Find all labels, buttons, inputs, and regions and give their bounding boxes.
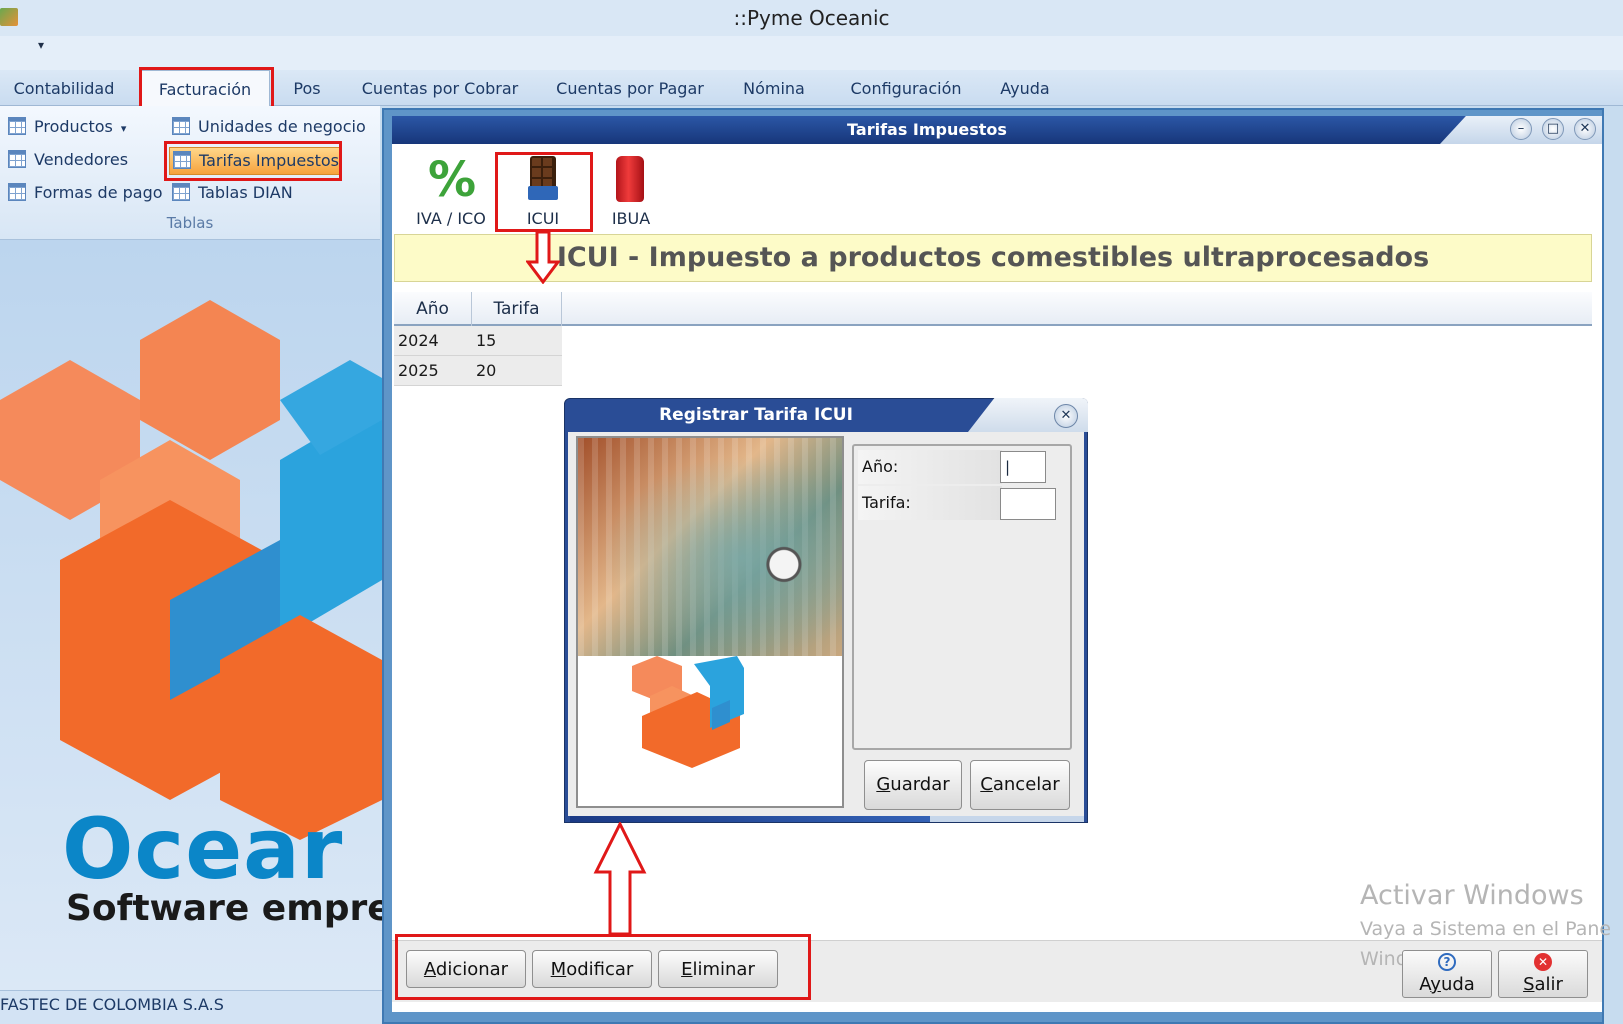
toolbar-iva-ico-button[interactable]: % IVA / ICO — [406, 150, 496, 234]
table-icon — [172, 183, 190, 201]
toolbar-icui-button[interactable]: ICUI — [498, 150, 588, 234]
percent-icon: % — [428, 152, 477, 208]
app-title: ::Pyme Oceanic — [733, 6, 890, 30]
table-icon — [173, 151, 191, 169]
ribbon-item-vendedores[interactable]: Vendedores — [8, 147, 128, 173]
ribbon-item-label: Unidades de negocio — [198, 117, 366, 136]
guardar-button[interactable]: Guardar — [864, 760, 962, 810]
quick-access-dropdown-icon[interactable]: ▾ — [38, 38, 52, 54]
soda-can-icon — [616, 156, 644, 202]
cell-anio: 2024 — [398, 331, 439, 350]
button-label: Ayuda — [1403, 974, 1491, 995]
close-icon[interactable]: ✕ — [1574, 118, 1596, 140]
button-mnemonic: M — [550, 959, 567, 980]
activation-watermark-line: Vaya a Sistema en el Panel — [1360, 918, 1610, 940]
ribbon-item-label: Tarifas Impuestos — [199, 151, 339, 170]
chocolate-icon — [530, 156, 556, 190]
button-mnemonic: E — [681, 959, 693, 980]
table-icon — [172, 117, 190, 135]
chocolate-wrapper-icon — [528, 186, 558, 200]
maximize-icon[interactable]: □ — [1542, 118, 1564, 140]
table-icon — [8, 150, 26, 168]
tarifas-window-title: Tarifas Impuestos — [847, 120, 1007, 139]
button-label: liminar — [692, 959, 755, 980]
exit-icon: ✕ — [1534, 953, 1552, 971]
minimize-icon[interactable]: – — [1510, 118, 1532, 140]
ribbon-item-tarifas-impuestos[interactable]: Tarifas Impuestos — [169, 147, 342, 175]
tab-cuentas-por-pagar[interactable]: Cuentas por Pagar — [546, 70, 714, 106]
tab-ayuda[interactable]: Ayuda — [994, 70, 1056, 106]
dropdown-arrow-icon: ▾ — [120, 122, 127, 135]
table-icon — [8, 183, 26, 201]
modificar-button[interactable]: Modificar — [532, 950, 652, 988]
brand-tagline: Software empre — [66, 888, 382, 929]
table-row[interactable]: 2025 20 — [394, 356, 562, 386]
ribbon-item-productos[interactable]: Productos ▾ — [8, 114, 126, 140]
button-label: Salir — [1499, 974, 1587, 995]
tab-contabilidad[interactable]: Contabilidad — [0, 70, 128, 106]
button-label: dicionar — [435, 959, 509, 980]
tab-pos[interactable]: Pos — [280, 70, 334, 106]
status-company: FASTEC DE COLOMBIA S.A.S — [0, 995, 224, 1014]
table-icon — [8, 117, 26, 135]
adicionar-button[interactable]: Adicionar — [406, 950, 526, 988]
ribbon-item-formas-de-pago[interactable]: Formas de pago — [8, 180, 163, 206]
button-mnemonic: A — [423, 959, 436, 980]
toolbar-label: IVA / ICO — [416, 209, 486, 228]
brand-name: Ocear — [62, 800, 344, 898]
dialog-title[interactable]: Registrar Tarifa ICUI — [564, 398, 948, 432]
cell-anio: 2025 — [398, 361, 439, 380]
toolbar-label: IBUA — [611, 209, 651, 228]
button-label-part: uda — [1440, 974, 1475, 995]
anio-input[interactable]: | — [1000, 451, 1046, 483]
ribbon-item-label: Tablas DIAN — [198, 183, 293, 202]
tab-cuentas-por-cobrar[interactable]: Cuentas por Cobrar — [352, 70, 528, 106]
brand-logo — [0, 300, 382, 840]
button-mnemonic: S — [1523, 974, 1535, 995]
ribbon-item-unidades-de-negocio[interactable]: Unidades de negocio — [172, 114, 366, 140]
table-row[interactable]: 2024 15 — [394, 326, 562, 356]
button-label: uardar — [890, 774, 950, 795]
cell-tarifa: 15 — [476, 331, 497, 350]
toolbar-label: ICUI — [526, 209, 560, 228]
cancelar-button[interactable]: Cancelar — [970, 760, 1070, 810]
ribbon-group-label: Tablas — [166, 214, 214, 232]
ayuda-button[interactable]: ? Ayuda — [1402, 950, 1492, 998]
cell-tarifa: 20 — [476, 361, 497, 380]
status-bar: FASTEC DE COLOMBIA S.A.S — [0, 990, 382, 1024]
button-label-part: alir — [1534, 974, 1563, 995]
button-label-part: A — [1419, 974, 1431, 995]
tab-facturacion[interactable]: Facturación — [140, 70, 270, 107]
tax-banner: ICUI - Impuesto a productos comestibles … — [394, 234, 1592, 282]
ribbon-item-label: Vendedores — [34, 150, 129, 169]
tab-configuracion[interactable]: Configuración — [844, 70, 968, 106]
tarifa-label: Tarifa: — [858, 486, 1002, 520]
activation-watermark-title: Activar Windows — [1360, 880, 1584, 911]
button-label: odificar — [566, 959, 634, 980]
tab-nomina[interactable]: Nómina — [734, 70, 814, 106]
button-label: ancelar — [992, 774, 1060, 795]
ribbon-item-label: Productos — [34, 117, 113, 136]
toolbar-ibua-button[interactable]: IBUA — [586, 150, 676, 234]
ribbon-item-tablas-dian[interactable]: Tablas DIAN — [172, 180, 293, 206]
tarifa-input[interactable] — [1000, 488, 1056, 520]
button-mnemonic: C — [980, 774, 993, 795]
column-header-tarifa[interactable]: Tarifa — [472, 292, 562, 326]
column-header-anio[interactable]: Año — [394, 292, 472, 326]
button-mnemonic: y — [1430, 974, 1441, 995]
dialog-brand-logo — [632, 656, 744, 768]
quick-access-toolbar — [0, 36, 1623, 70]
data-collage-image — [578, 438, 842, 656]
annotation-arrow-up — [593, 822, 647, 936]
help-icon: ? — [1438, 953, 1456, 971]
eliminar-button[interactable]: Eliminar — [658, 950, 778, 988]
anio-label: Año: — [858, 450, 1002, 484]
button-mnemonic: G — [876, 774, 891, 795]
annotation-arrow-down — [526, 232, 560, 284]
dialog-close-icon[interactable]: ✕ — [1054, 404, 1078, 428]
table-header — [394, 292, 1592, 326]
salir-button[interactable]: ✕ Salir — [1498, 950, 1588, 998]
ribbon-item-label: Formas de pago — [34, 183, 163, 202]
